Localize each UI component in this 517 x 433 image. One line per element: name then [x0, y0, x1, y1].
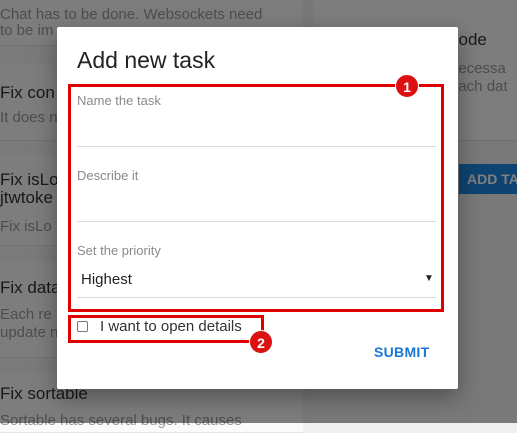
submit-button[interactable]: SUBMIT: [374, 344, 429, 360]
highlight-box-1: [68, 84, 444, 312]
highlight-box-2: [68, 315, 264, 343]
dialog-title: Add new task: [77, 47, 216, 73]
annotation-marker-2: 2: [249, 330, 273, 354]
annotation-marker-1: 1: [395, 74, 419, 98]
